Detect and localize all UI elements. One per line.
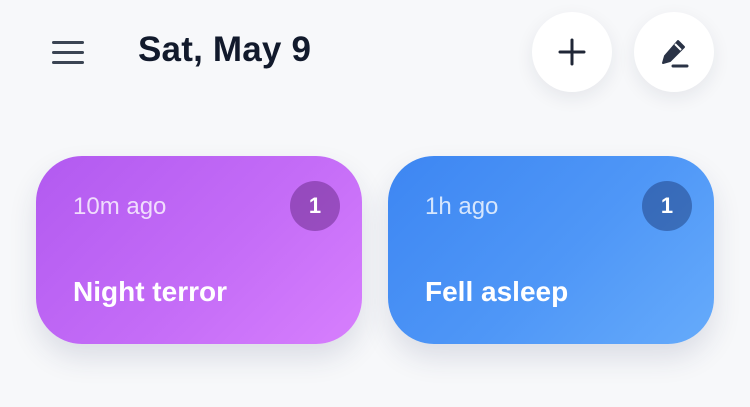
add-button[interactable] bbox=[532, 12, 612, 92]
menu-icon-bar bbox=[52, 60, 84, 64]
menu-button[interactable] bbox=[52, 36, 92, 68]
page-title: Sat, May 9 bbox=[138, 30, 312, 69]
event-count-badge: 1 bbox=[290, 181, 340, 231]
edit-button[interactable] bbox=[634, 12, 714, 92]
pencil-icon bbox=[662, 40, 689, 68]
app-header: Sat, May 9 bbox=[0, 0, 750, 110]
menu-icon-bar bbox=[52, 50, 84, 54]
event-label: Fell asleep bbox=[425, 276, 569, 307]
event-label: Night terror bbox=[73, 276, 227, 307]
menu-icon-bar bbox=[52, 40, 84, 44]
event-card-night-terror[interactable]: 10m ago 1 Night terror bbox=[36, 156, 362, 344]
event-time-ago: 1h ago bbox=[425, 193, 499, 220]
event-card-fell-asleep[interactable]: 1h ago 1 Fell asleep bbox=[388, 156, 714, 344]
event-time-ago: 10m ago bbox=[73, 193, 167, 220]
event-count-badge: 1 bbox=[642, 181, 692, 231]
plus-icon bbox=[558, 38, 586, 66]
